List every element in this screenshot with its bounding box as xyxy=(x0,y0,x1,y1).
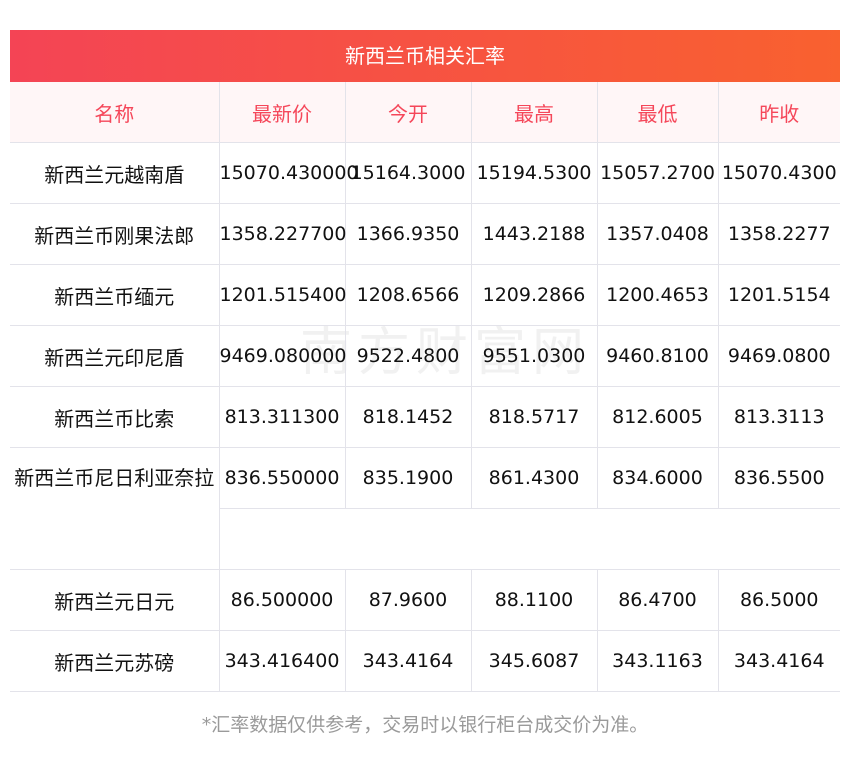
table-row: 新西兰元日元 86.500000 87.9600 88.1100 86.4700 86.5… xyxy=(10,569,840,631)
empty-cell xyxy=(219,508,840,570)
rate-cell: 836.550000 xyxy=(219,447,346,509)
currency-name: 新西兰币缅元 xyxy=(10,264,220,326)
rate-cell: 9469.080000 xyxy=(219,325,346,387)
rate-cell: 1201.515400 xyxy=(219,264,346,326)
rate-cell: 818.5717 xyxy=(471,386,598,448)
rate-cell: 9551.0300 xyxy=(471,325,598,387)
table-row: 新西兰币比索 813.311300 818.1452 818.5717 812.6005… xyxy=(10,386,840,448)
currency-name: 新西兰币尼日利亚奈拉 xyxy=(10,447,220,570)
rate-cell: 1443.2188 xyxy=(471,203,598,265)
currency-name: 新西兰币刚果法郎 xyxy=(10,203,220,265)
rate-cell: 9522.4800 xyxy=(345,325,472,387)
column-header: 最新价 xyxy=(219,82,346,143)
rate-cell: 86.500000 xyxy=(219,569,346,631)
table-row: 新西兰币缅元 1201.515400 1208.6566 1209.2866 1200.… xyxy=(10,264,840,326)
table-row: 新西兰币尼日利亚奈拉 836.550000 835.1900 861.4300 834.… xyxy=(10,447,840,570)
column-header: 最高 xyxy=(471,82,598,143)
rate-cell: 343.4164 xyxy=(718,630,840,692)
rate-cell: 9460.8100 xyxy=(597,325,719,387)
table-row: 新西兰元苏磅 343.416400 343.4164 345.6087 343.1163… xyxy=(10,630,840,692)
column-header: 今开 xyxy=(345,82,472,143)
rate-cell: 818.1452 xyxy=(345,386,472,448)
rate-cell: 861.4300 xyxy=(471,447,598,509)
rate-cell: 86.4700 xyxy=(597,569,719,631)
rate-cell: 15164.3000 xyxy=(345,142,472,204)
rate-cell: 9469.0800 xyxy=(718,325,840,387)
rate-cell: 835.1900 xyxy=(345,447,472,509)
currency-name: 新西兰元印尼盾 xyxy=(10,325,220,387)
disclaimer-note: *汇率数据仅供参考，交易时以银行柜台成交价为准。 xyxy=(201,714,649,736)
rate-cell: 87.9600 xyxy=(345,569,472,631)
currency-name: 新西兰元越南盾 xyxy=(10,142,220,204)
table-row: 新西兰元印尼盾 9469.080000 9522.4800 9551.0300 9460… xyxy=(10,325,840,387)
rate-cell: 834.6000 xyxy=(597,447,719,509)
rate-cell: 1208.6566 xyxy=(345,264,472,326)
rate-cell: 343.4164 xyxy=(345,630,472,692)
rate-cell: 15070.4300 xyxy=(718,142,840,204)
rate-cell: 343.1163 xyxy=(597,630,719,692)
table-row: 新西兰币刚果法郎 1358.227700 1366.9350 1443.2188 135… xyxy=(10,203,840,265)
header-row: 名称 最新价 今开 最高 最低 昨收 xyxy=(10,82,840,143)
column-header: 名称 xyxy=(10,82,220,143)
currency-name: 新西兰元苏磅 xyxy=(10,630,220,692)
rate-cell: 86.5000 xyxy=(718,569,840,631)
rate-cell: 1200.4653 xyxy=(597,264,719,326)
rate-cell: 15194.5300 xyxy=(471,142,598,204)
currency-name: 新西兰币比索 xyxy=(10,386,220,448)
currency-name: 新西兰元日元 xyxy=(10,569,220,631)
rate-cell: 345.6087 xyxy=(471,630,598,692)
rate-cell: 15070.430000 xyxy=(219,142,359,204)
rate-cell: 836.5500 xyxy=(718,447,840,509)
column-header: 昨收 xyxy=(718,82,840,143)
table-title: 新西兰币相关汇率 xyxy=(10,30,840,82)
exchange-rate-table: 名称 最新价 今开 最高 最低 昨收 新西兰元越南盾 15070.430000 15164.3… xyxy=(10,82,840,692)
rate-cell: 813.3113 xyxy=(718,386,840,448)
table-row: 新西兰元越南盾 15070.430000 15164.3000 15194.5300 1… xyxy=(10,142,840,204)
rate-cell: 343.416400 xyxy=(219,630,346,692)
rate-cell: 1201.5154 xyxy=(718,264,840,326)
rate-cell: 88.1100 xyxy=(471,569,598,631)
rate-cell: 813.311300 xyxy=(219,386,346,448)
rate-cell: 1358.2277 xyxy=(718,203,840,265)
rate-cell: 1366.9350 xyxy=(345,203,472,265)
column-header: 最低 xyxy=(597,82,719,143)
rate-cell: 15057.2700 xyxy=(597,142,719,204)
rate-cell: 1357.0408 xyxy=(597,203,719,265)
rate-cell: 1209.2866 xyxy=(471,264,598,326)
rate-cell: 812.6005 xyxy=(597,386,719,448)
rate-cell: 1358.227700 xyxy=(219,203,346,265)
